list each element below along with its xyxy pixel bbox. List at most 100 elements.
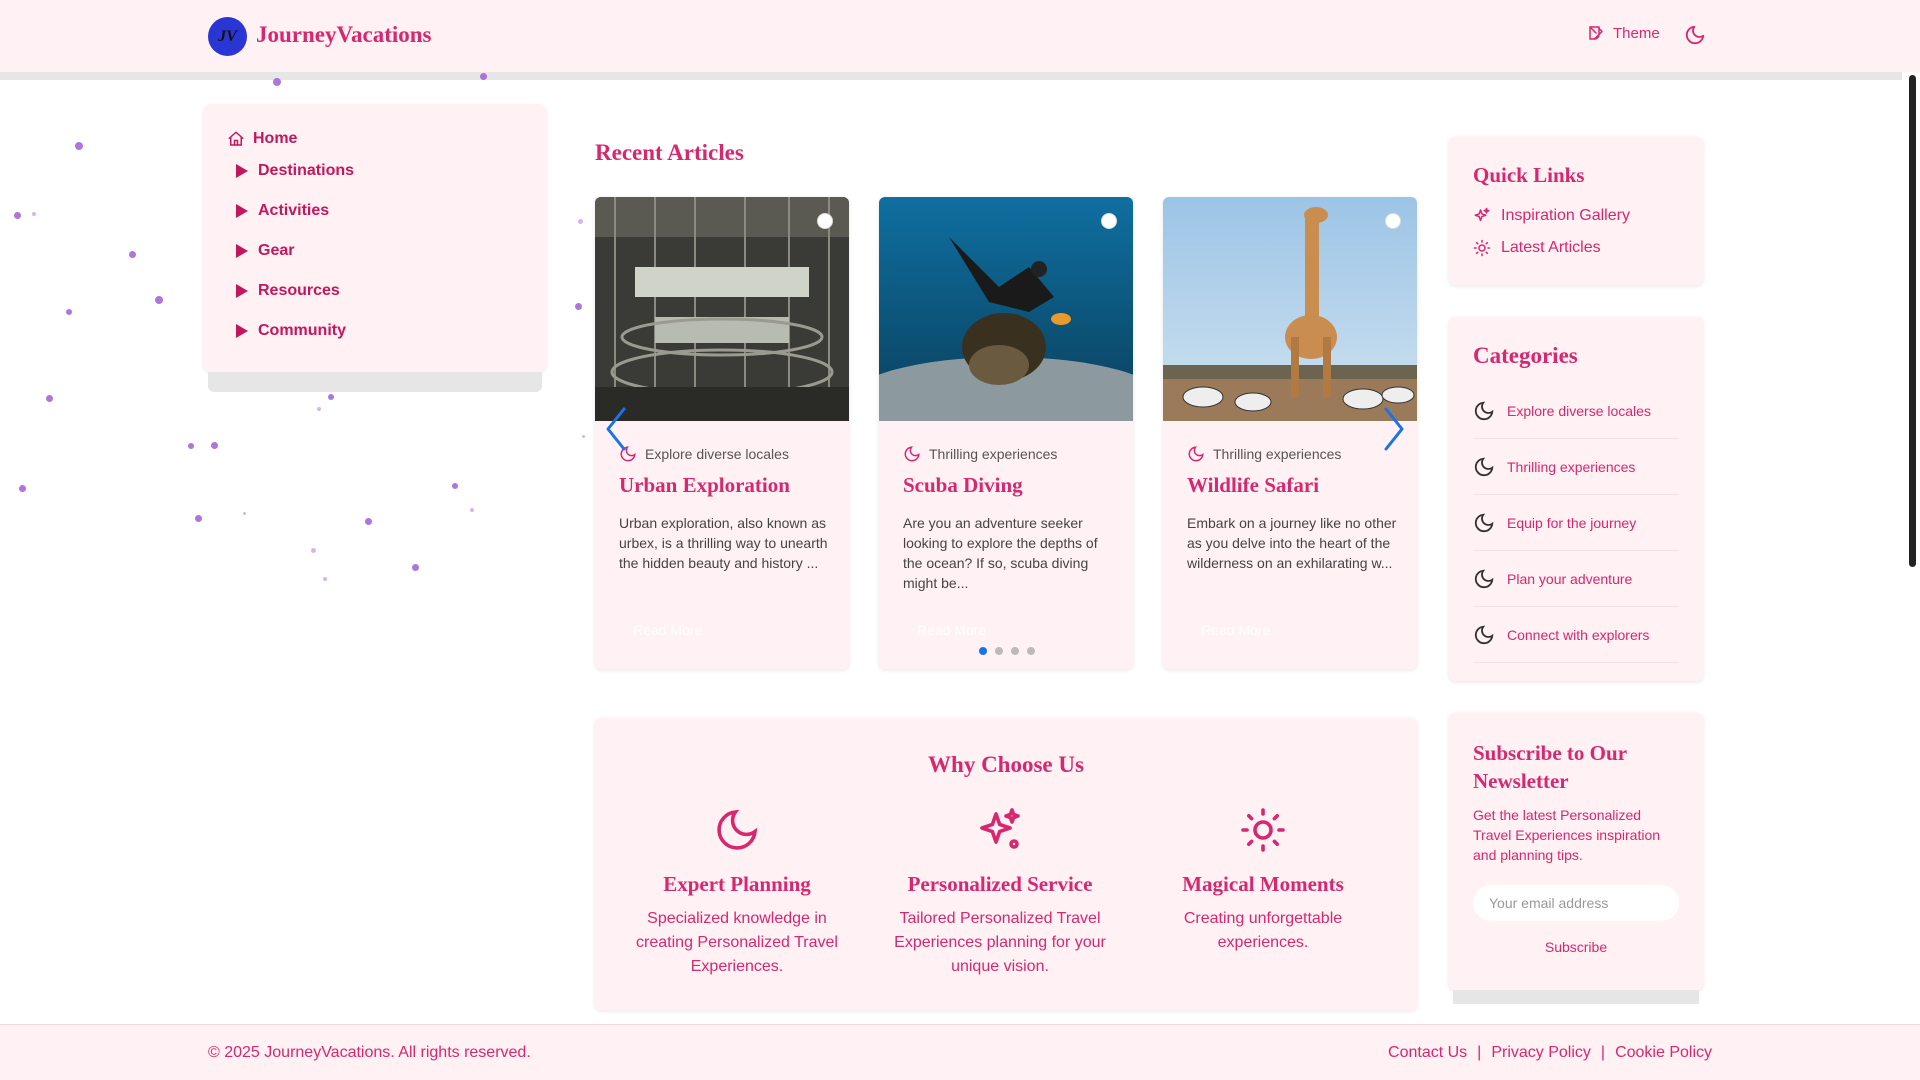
email-input[interactable]	[1473, 885, 1679, 921]
article-card[interactable]: Explore diverse locales Urban Exploratio…	[595, 197, 849, 669]
feature-title: Expert Planning	[663, 872, 811, 896]
carousel-page-dot[interactable]	[995, 647, 1003, 655]
copyright-text: © 2025 JourneyVacations. All rights rese…	[208, 1044, 531, 1061]
particle-dot	[470, 508, 474, 512]
article-category-label: Explore diverse locales	[645, 446, 789, 462]
category-label: Thrilling experiences	[1507, 458, 1636, 475]
particle-dot	[32, 212, 36, 216]
quick-link-label: Inspiration Gallery	[1501, 207, 1630, 224]
carousel-pagination	[979, 647, 1035, 655]
quick-links-panel: Quick Links Inspiration Gallery Latest A…	[1449, 137, 1703, 285]
nav-item-community[interactable]: Community	[236, 322, 346, 340]
sun-icon	[1473, 239, 1491, 257]
particle-dot	[317, 407, 321, 411]
article-card[interactable]: Thrilling experiences Wildlife Safari Em…	[1163, 197, 1417, 669]
subscribe-button[interactable]: Subscribe	[1473, 933, 1679, 961]
categories-panel: Categories Explore diverse locales Thril…	[1449, 317, 1703, 681]
chevron-left-icon	[606, 407, 626, 451]
card-select-radio[interactable]	[1101, 213, 1117, 229]
particle-dot	[14, 212, 21, 219]
nav-item-gear[interactable]: Gear	[236, 242, 294, 260]
category-item[interactable]: Equip for the journey	[1473, 495, 1679, 551]
carousel-next-button[interactable]	[1382, 405, 1406, 458]
card-select-radio[interactable]	[1385, 213, 1401, 229]
article-title[interactable]: Scuba Diving	[903, 473, 1023, 498]
particle-dot	[575, 303, 582, 310]
sparkles-icon	[980, 808, 1020, 849]
particle-dot	[328, 394, 334, 400]
read-more-button[interactable]: Read More	[903, 615, 1003, 645]
feature-text: Tailored Personalized Travel Experiences…	[894, 910, 1106, 975]
quick-links-title: Quick Links	[1473, 163, 1585, 187]
nav-item-label: Resources	[258, 282, 340, 299]
feature-title: Personalized Service	[907, 872, 1093, 896]
nav-item-label: Community	[258, 322, 346, 339]
theme-button[interactable]: Theme	[1587, 24, 1660, 42]
carousel-prev-button[interactable]	[604, 405, 628, 458]
nav-item-activities[interactable]: Activities	[236, 202, 329, 220]
feature-title: Magical Moments	[1182, 872, 1344, 896]
expand-triangle-icon	[236, 164, 248, 178]
nav-item-label: Activities	[258, 202, 330, 219]
article-card[interactable]: Thrilling experiences Scuba Diving Are y…	[879, 197, 1133, 669]
sun-icon	[1241, 808, 1285, 852]
category-item[interactable]: Explore diverse locales	[1473, 383, 1679, 439]
particle-dot	[129, 251, 136, 258]
nav-home[interactable]: Home	[227, 130, 297, 148]
article-category: Thrilling experiences	[1187, 445, 1341, 463]
nav-item-destinations[interactable]: Destinations	[236, 162, 354, 180]
read-more-button[interactable]: Read More	[619, 615, 719, 645]
carousel-page-dot[interactable]	[1011, 647, 1019, 655]
expand-triangle-icon	[236, 204, 248, 218]
moon-icon	[1474, 569, 1494, 588]
why-choose-us-section: Why Choose Us Expert Planning Specialize…	[595, 718, 1417, 1010]
logo-badge[interactable]: JV	[208, 17, 247, 56]
article-title[interactable]: Urban Exploration	[619, 473, 790, 498]
category-item[interactable]: Thrilling experiences	[1473, 439, 1679, 495]
carousel-page-dot[interactable]	[979, 647, 987, 655]
card-select-radio[interactable]	[817, 213, 833, 229]
particle-dot	[323, 577, 327, 581]
page-scrollbar[interactable]	[1909, 75, 1916, 567]
footer-link-privacy[interactable]: Privacy Policy	[1491, 1044, 1591, 1062]
particle-dot	[273, 78, 281, 86]
footer-link-contact[interactable]: Contact Us	[1388, 1044, 1467, 1062]
nav-item-label: Destinations	[258, 162, 355, 179]
article-category-label: Thrilling experiences	[929, 446, 1058, 462]
moon-icon	[717, 809, 758, 850]
read-more-button[interactable]: Read More	[1187, 615, 1287, 645]
category-item[interactable]: Connect with explorers	[1473, 607, 1679, 663]
quick-link-label: Latest Articles	[1501, 239, 1601, 256]
footer-separator: |	[1600, 1044, 1606, 1061]
moon-icon	[1474, 625, 1494, 644]
home-icon	[228, 131, 244, 146]
category-label: Connect with explorers	[1507, 626, 1650, 643]
particle-dot	[211, 442, 218, 449]
article-category-label: Thrilling experiences	[1213, 446, 1342, 462]
moon-icon	[1474, 513, 1494, 532]
article-category: Thrilling experiences	[903, 445, 1057, 463]
feature-item: Personalized Service Tailored Personaliz…	[890, 806, 1110, 979]
particle-dot	[578, 219, 583, 224]
particle-dot	[311, 548, 316, 553]
newsletter-panel-shadow	[1453, 990, 1699, 1004]
article-image-scuba	[879, 197, 1133, 447]
quick-link-inspiration-gallery[interactable]: Inspiration Gallery	[1473, 207, 1630, 225]
article-category: Explore diverse locales	[619, 445, 789, 463]
newsletter-title: Subscribe to Our Newsletter	[1473, 741, 1627, 793]
chevron-right-icon	[1384, 407, 1404, 451]
brand-name[interactable]: JourneyVacations	[256, 22, 432, 48]
category-item[interactable]: Plan your adventure	[1473, 551, 1679, 607]
carousel-page-dot[interactable]	[1027, 647, 1035, 655]
quick-link-latest-articles[interactable]: Latest Articles	[1473, 239, 1601, 257]
dark-mode-toggle[interactable]	[1684, 24, 1706, 51]
footer-link-cookie[interactable]: Cookie Policy	[1615, 1044, 1712, 1062]
feature-item: Magical Moments Creating unforgettable e…	[1153, 806, 1373, 955]
particle-dot	[195, 515, 202, 522]
article-excerpt: Embark on a journey like no other as you…	[1187, 515, 1397, 571]
article-title[interactable]: Wildlife Safari	[1187, 473, 1319, 498]
moon-icon	[904, 446, 920, 462]
site-header: JV JourneyVacations Theme	[0, 0, 1920, 72]
nav-item-resources[interactable]: Resources	[236, 282, 340, 300]
palette-icon	[1589, 26, 1603, 40]
